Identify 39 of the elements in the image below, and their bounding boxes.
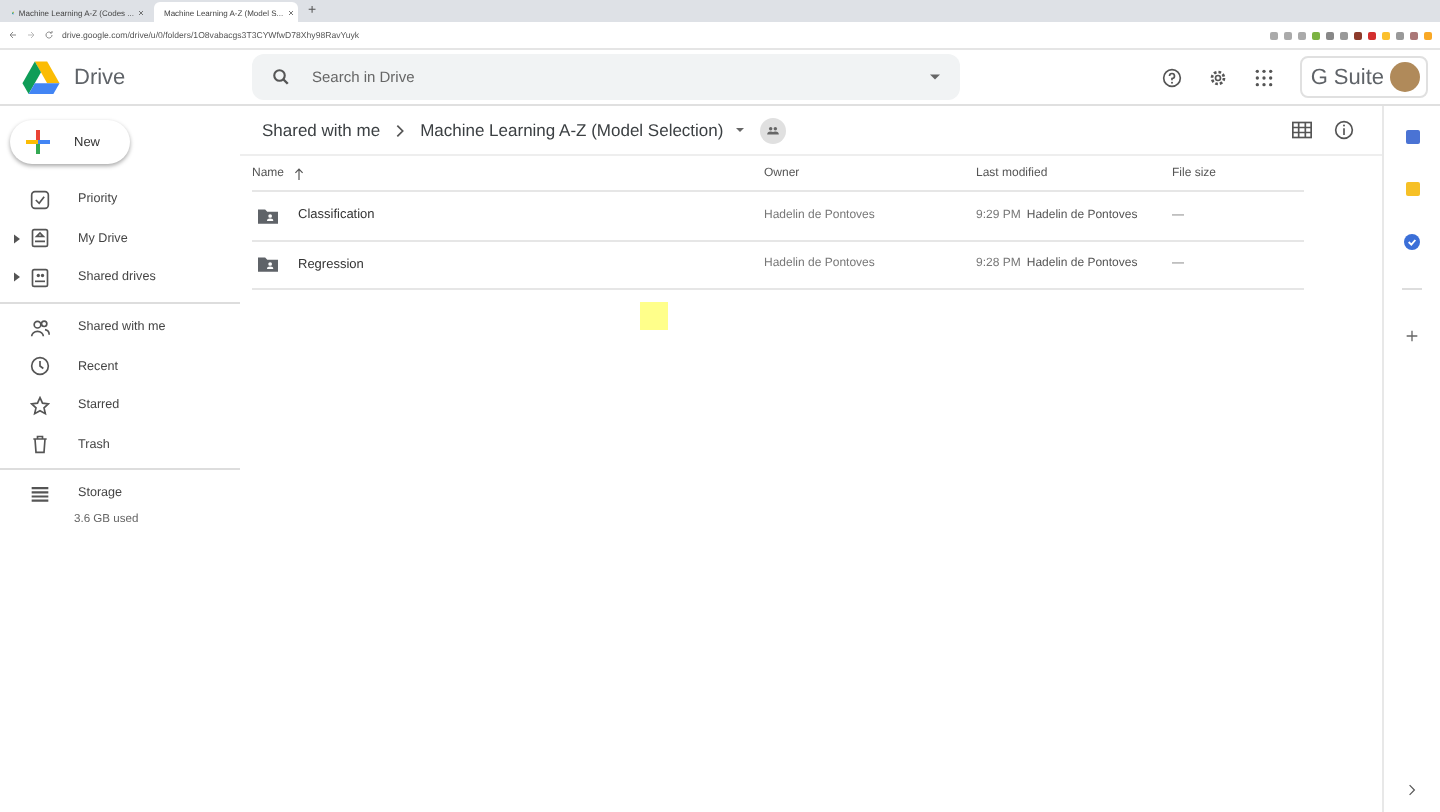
- close-icon[interactable]: [138, 9, 144, 15]
- grid-view-icon[interactable]: [1292, 120, 1312, 140]
- plus-icon: [26, 130, 50, 154]
- checkbox-icon: [30, 189, 50, 210]
- breadcrumb-item[interactable]: Shared with me: [262, 120, 381, 140]
- account-chip[interactable]: G Suite: [1300, 56, 1428, 98]
- caret-icon[interactable]: [930, 74, 940, 80]
- drive-logo-icon: [22, 60, 60, 94]
- clock-icon: [30, 356, 50, 377]
- shared-folder-icon: [258, 256, 278, 273]
- expand-arrow-icon[interactable]: [14, 272, 20, 283]
- info-icon[interactable]: [1334, 120, 1354, 140]
- settings-icon[interactable]: [1208, 67, 1229, 87]
- people-icon: [30, 317, 50, 338]
- calendar-icon[interactable]: [1405, 130, 1419, 144]
- trash-icon: [30, 434, 50, 455]
- apps-grid-icon[interactable]: [1254, 67, 1275, 87]
- cursor-highlight: [640, 302, 668, 330]
- chevron-right-icon: [396, 123, 405, 137]
- expand-arrow-icon[interactable]: [14, 233, 20, 244]
- close-icon[interactable]: [287, 9, 294, 15]
- app-name: Drive: [74, 65, 126, 89]
- caret-icon[interactable]: [735, 128, 744, 132]
- list-icon: [30, 483, 50, 504]
- shared-folder-icon: [258, 207, 278, 224]
- back-icon[interactable]: [8, 30, 18, 40]
- star-icon: [30, 395, 50, 416]
- sort-arrow-icon[interactable]: [294, 167, 305, 179]
- help-icon[interactable]: [1162, 67, 1183, 87]
- chevron-right-icon[interactable]: [1408, 784, 1416, 796]
- reload-icon[interactable]: [44, 30, 54, 40]
- search-icon[interactable]: [272, 68, 290, 86]
- shared-drive-icon: [30, 267, 50, 288]
- tasks-icon[interactable]: [1404, 234, 1420, 250]
- drive-icon: [30, 228, 50, 249]
- plus-icon[interactable]: [1404, 328, 1420, 344]
- shared-folder-icon[interactable]: [759, 117, 786, 143]
- avatar[interactable]: [1390, 62, 1420, 92]
- breadcrumb-item[interactable]: Machine Learning A-Z (Model Selection): [420, 120, 724, 140]
